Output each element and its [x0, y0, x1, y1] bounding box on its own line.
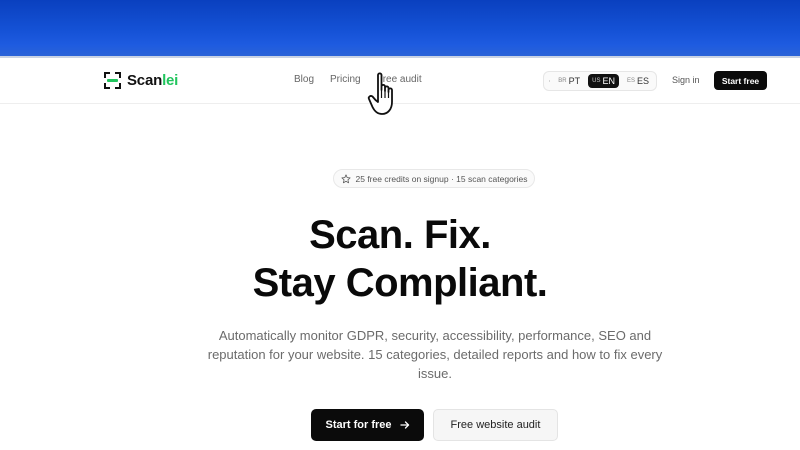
language-label: PT — [568, 76, 581, 86]
language-switcher: BR PT US EN ES ES — [543, 71, 657, 91]
globe-icon — [549, 80, 551, 82]
hero-headline: Scan. Fix. Stay Compliant. — [0, 211, 800, 307]
language-code: US — [592, 78, 601, 84]
nav-link-blog[interactable]: Blog — [294, 74, 314, 85]
language-option-en[interactable]: US EN — [588, 74, 619, 88]
logo-text: Scanlei — [127, 72, 178, 89]
nav-link-free-audit[interactable]: Free audit — [377, 74, 422, 85]
scan-logo-icon — [104, 71, 121, 89]
start-for-free-label: Start for free — [325, 419, 392, 431]
logo-text-main: Scan — [127, 71, 163, 89]
star-icon — [340, 173, 351, 183]
sign-in-link[interactable]: Sign in — [672, 75, 700, 85]
logo[interactable]: Scanlei — [104, 70, 178, 90]
start-free-button[interactable]: Start free — [714, 71, 767, 90]
language-label: EN — [602, 76, 615, 86]
language-option-pt[interactable]: BR PT — [554, 74, 584, 88]
arrow-right-icon — [399, 421, 409, 429]
language-code: ES — [626, 78, 635, 84]
nav-link-pricing[interactable]: Pricing — [330, 74, 361, 85]
promo-badge: 25 free credits on signup · 15 scan cate… — [333, 169, 535, 188]
hero-subtitle: Automatically monitor GDPR, security, ac… — [207, 328, 663, 381]
hero-headline-line2: Stay Compliant. — [252, 261, 548, 305]
browser-top-band — [0, 0, 800, 58]
site-navbar: Scanlei Blog Pricing Free audit BR PT US… — [0, 60, 800, 104]
start-for-free-button[interactable]: Start for free — [311, 409, 424, 441]
promo-badge-text: 25 free credits on signup · 15 scan cate… — [355, 173, 528, 184]
language-code: BR — [558, 78, 567, 84]
logo-text-accent: lei — [162, 71, 179, 89]
language-option-es[interactable]: ES ES — [623, 74, 653, 88]
language-label: ES — [636, 76, 649, 86]
hero-headline-line1: Scan. Fix. — [309, 213, 491, 257]
free-website-audit-button[interactable]: Free website audit — [433, 409, 558, 441]
nav-links: Blog Pricing Free audit — [294, 74, 422, 85]
